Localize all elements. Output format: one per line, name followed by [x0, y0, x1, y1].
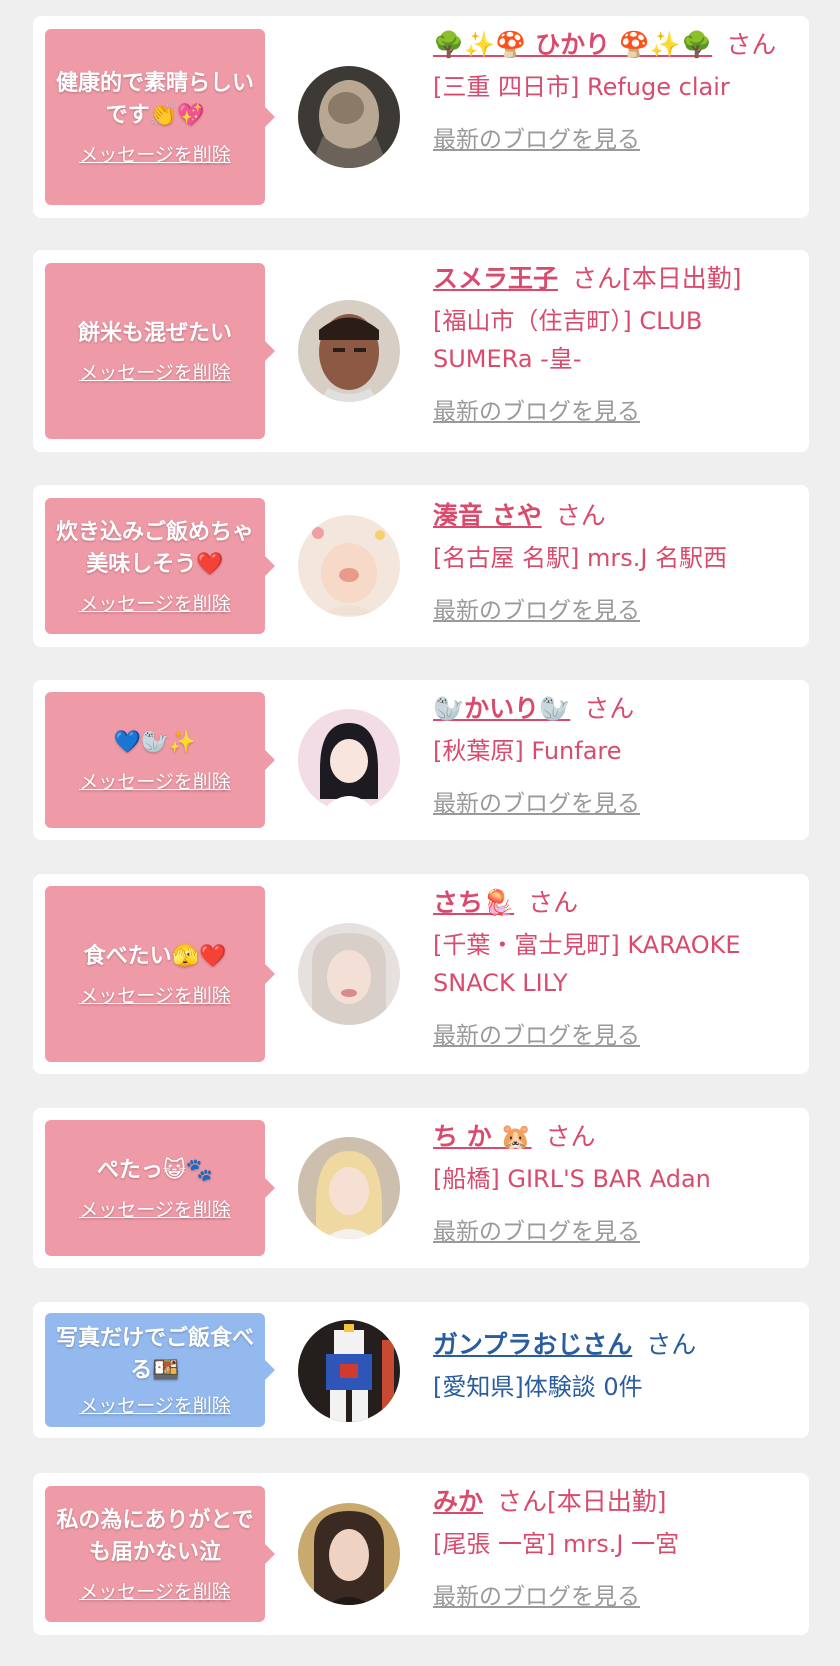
message-bubble: 炊き込みご飯めちゃ美味しそう❤️ メッセージを削除 — [45, 498, 275, 634]
avatar[interactable] — [298, 66, 400, 168]
delete-message-link[interactable]: メッセージを削除 — [79, 140, 231, 167]
shop-info: [三重 四日市] Refuge clair — [433, 73, 730, 101]
message-text: 写真だけでご飯食べる🍱 — [55, 1325, 254, 1383]
profile-name-link[interactable]: ガンプラおじさん — [433, 1330, 632, 1359]
profile-name-link[interactable]: みか — [433, 1487, 483, 1516]
profile-info: ガンプラおじさん さん [愛知県]体験談 0件 — [433, 1326, 803, 1406]
message-card: 私の為にありがとでも届かない泣 メッセージを削除 みか さん[本日出勤] [尾張 … — [33, 1473, 809, 1635]
message-text: 💙🦭✨ — [113, 729, 197, 755]
honorific: さん[本日出勤] — [572, 264, 742, 293]
avatar[interactable] — [298, 1503, 400, 1605]
honorific: さん[本日出勤] — [497, 1487, 667, 1516]
latest-blog-link[interactable]: 最新のブログを見る — [433, 1577, 640, 1611]
delete-message-link[interactable]: メッセージを削除 — [79, 1577, 231, 1604]
message-text: ぺたっ😺🐾 — [96, 1157, 214, 1183]
profile-info: 湊音 さや さん [名古屋 名駅] mrs.J 名駅西 最新のブログを見る — [433, 497, 803, 625]
delete-message-link[interactable]: メッセージを削除 — [79, 981, 231, 1008]
profile-info: さち🪼 さん [千葉・富士見町] KARAOKE SNACK LILY 最新のブロ… — [433, 884, 803, 1050]
profile-name-link[interactable]: スメラ王子 — [433, 264, 558, 293]
profile-info: 🦭かいり🦭 さん [秋葉原] Funfare 最新のブログを見る — [433, 690, 803, 818]
delete-message-link[interactable]: メッセージを削除 — [79, 1195, 231, 1222]
profile-name-link[interactable]: さち🪼 — [433, 888, 514, 917]
latest-blog-link[interactable]: 最新のブログを見る — [433, 392, 640, 426]
message-bubble: ぺたっ😺🐾 メッセージを削除 — [45, 1120, 275, 1256]
honorific: さん — [646, 1330, 697, 1359]
latest-blog-link[interactable]: 最新のブログを見る — [433, 591, 640, 625]
delete-message-link[interactable]: メッセージを削除 — [79, 589, 231, 616]
message-card: 健康的で素晴らしいです👏💖 メッセージを削除 🌳✨🍄 ひかり 🍄✨🌳 さん [三重… — [33, 16, 809, 218]
delete-message-link[interactable]: メッセージを削除 — [79, 767, 231, 794]
message-card: 餅米も混ぜたい メッセージを削除 スメラ王子 さん[本日出勤] [福山市（住吉町）… — [33, 250, 809, 452]
message-list: 健康的で素晴らしいです👏💖 メッセージを削除 🌳✨🍄 ひかり 🍄✨🌳 さん [三重… — [0, 0, 840, 1666]
message-card: 写真だけでご飯食べる🍱 メッセージを削除 ガンプラおじさん さん [愛知県]体験談… — [33, 1302, 809, 1438]
message-bubble: 写真だけでご飯食べる🍱 メッセージを削除 — [45, 1313, 275, 1427]
avatar[interactable] — [298, 300, 400, 402]
honorific: さん — [555, 501, 606, 530]
profile-info: みか さん[本日出勤] [尾張 一宮] mrs.J 一宮 最新のブログを見る — [433, 1483, 803, 1611]
message-bubble: 健康的で素晴らしいです👏💖 メッセージを削除 — [45, 29, 275, 205]
shop-info: [尾張 一宮] mrs.J 一宮 — [433, 1530, 680, 1558]
delete-message-link[interactable]: メッセージを削除 — [79, 1391, 231, 1418]
avatar[interactable] — [298, 923, 400, 1025]
honorific: さん — [545, 1122, 596, 1151]
latest-blog-link[interactable]: 最新のブログを見る — [433, 120, 640, 154]
honorific: さん — [726, 30, 777, 59]
avatar[interactable] — [298, 1137, 400, 1239]
message-card: ぺたっ😺🐾 メッセージを削除 ち か 🐹 さん [船橋] GIRL'S BAR A… — [33, 1108, 809, 1268]
honorific: さん — [584, 694, 635, 723]
message-text: 私の為にありがとでも届かない泣 — [56, 1507, 254, 1565]
avatar[interactable] — [298, 1320, 400, 1422]
avatar[interactable] — [298, 515, 400, 617]
profile-name-link[interactable]: 湊音 さや — [433, 501, 542, 530]
message-bubble: 💙🦭✨ メッセージを削除 — [45, 692, 275, 828]
message-text: 食べたい🫣❤️ — [83, 943, 227, 969]
profile-info: スメラ王子 さん[本日出勤] [福山市（住吉町）] CLUB SUMERa -皇-… — [433, 260, 803, 426]
profile-name-link[interactable]: 🦭かいり🦭 — [433, 694, 570, 723]
message-bubble: 私の為にありがとでも届かない泣 メッセージを削除 — [45, 1486, 275, 1622]
avatar[interactable] — [298, 709, 400, 811]
profile-name-link[interactable]: 🌳✨🍄 ひかり 🍄✨🌳 — [433, 30, 712, 59]
message-card: 食べたい🫣❤️ メッセージを削除 さち🪼 さん [千葉・富士見町] KARAOKE… — [33, 874, 809, 1074]
latest-blog-link[interactable]: 最新のブログを見る — [433, 784, 640, 818]
message-card: 炊き込みご飯めちゃ美味しそう❤️ メッセージを削除 湊音 さや さん [名古屋 名… — [33, 485, 809, 647]
message-card: 💙🦭✨ メッセージを削除 🦭かいり🦭 さん [秋葉原] Funfare 最新のブロ… — [33, 680, 809, 840]
honorific: さん — [528, 888, 579, 917]
shop-info: [秋葉原] Funfare — [433, 737, 622, 765]
latest-blog-link[interactable]: 最新のブログを見る — [433, 1016, 640, 1050]
message-text: 餅米も混ぜたい — [77, 320, 232, 346]
shop-info: [福山市（住吉町）] CLUB SUMERa -皇- — [433, 307, 703, 373]
message-bubble: 食べたい🫣❤️ メッセージを削除 — [45, 886, 275, 1062]
message-text: 炊き込みご飯めちゃ美味しそう❤️ — [55, 519, 254, 577]
delete-message-link[interactable]: メッセージを削除 — [79, 358, 231, 385]
shop-info: [名古屋 名駅] mrs.J 名駅西 — [433, 544, 728, 572]
shop-info: [愛知県]体験談 0件 — [433, 1373, 643, 1401]
message-text: 健康的で素晴らしいです👏💖 — [55, 70, 254, 128]
profile-info: 🌳✨🍄 ひかり 🍄✨🌳 さん [三重 四日市] Refuge clair 最新のブ… — [433, 26, 803, 154]
shop-info: [船橋] GIRL'S BAR Adan — [433, 1165, 711, 1193]
shop-info: [千葉・富士見町] KARAOKE SNACK LILY — [433, 931, 741, 997]
message-bubble: 餅米も混ぜたい メッセージを削除 — [45, 263, 275, 439]
profile-name-link[interactable]: ち か 🐹 — [433, 1122, 532, 1151]
profile-info: ち か 🐹 さん [船橋] GIRL'S BAR Adan 最新のブログを見る — [433, 1118, 803, 1246]
latest-blog-link[interactable]: 最新のブログを見る — [433, 1212, 640, 1246]
